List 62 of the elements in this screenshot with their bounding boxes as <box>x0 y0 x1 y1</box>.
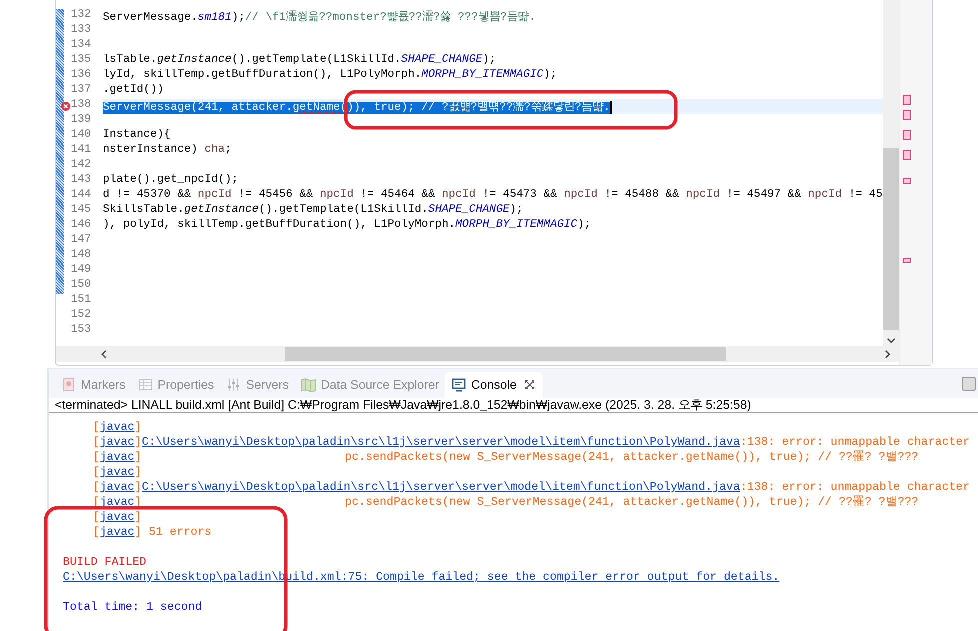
line-number: 132 <box>71 9 92 23</box>
text-cursor <box>610 100 612 114</box>
javac-tag-link[interactable]: [javac] <box>93 451 142 464</box>
javac-tag-link[interactable]: [javac] <box>93 526 142 539</box>
console-text: 51 errors <box>149 525 212 540</box>
line-number: 147 <box>71 234 92 248</box>
line-number: 137 <box>71 84 92 98</box>
console-text: :138: error: unmappable character <box>740 480 970 495</box>
markers-icon <box>61 377 77 393</box>
line-number: 138 <box>71 99 92 113</box>
code-line: plate().get_npcId(); <box>103 174 239 186</box>
code-line: lsTable.getInstance().getTemplate(L1SkillId.SHAPE_CHANGE); <box>103 54 496 66</box>
line-number: 144 <box>71 189 92 203</box>
line-number: 145 <box>71 204 92 218</box>
code-line: Instance){ <box>103 129 171 141</box>
code-line: nsterInstance) cha; <box>103 144 232 156</box>
console-text: :138: error: unmappable character <box>740 435 970 450</box>
horizontal-scrollbar[interactable] <box>56 346 899 362</box>
chevron-left-icon[interactable] <box>101 350 107 358</box>
console-text: Total time: 1 second <box>63 600 202 615</box>
code-line: SkillsTable.getInstance().getTemplate(L1SkillId.SHAPE_CHANGE); <box>103 204 524 216</box>
javac-tag-link[interactable]: [javac] <box>93 436 142 449</box>
line-number: 140 <box>71 129 92 143</box>
vertical-scrollbar[interactable] <box>883 0 899 346</box>
line-number: 150 <box>71 279 92 293</box>
line-number: 139 <box>71 114 92 128</box>
chevron-right-icon[interactable] <box>885 350 891 358</box>
code-line: lyId, skillTemp.getBuffDuration(), L1PolyMorph.MORPH_BY_ITEMMAGIC); <box>103 69 558 81</box>
line-number: 149 <box>71 264 92 278</box>
line-number: 134 <box>71 39 92 53</box>
code-line: ServerMessage.sm181);// \f1濡쒕읇??monster?뺥룞??濡?쓣 ???뉗뿀?듬땲. <box>103 12 536 24</box>
code-line: .getId()) <box>103 84 164 96</box>
map-icon <box>300 377 317 393</box>
console-text: pc.sendPackets(new S_ServerMessage(241, attacker.getName()), true); // ??罹? ?밸??? <box>344 495 919 510</box>
line-number: 143 <box>71 174 92 188</box>
console-text: pc.sendPackets(new S_ServerMessage(241, attacker.getName()), true); // ??罹? ?밸??? <box>344 450 919 465</box>
chevron-down-icon[interactable] <box>886 338 896 344</box>
line-number: 148 <box>71 249 92 263</box>
error-icon[interactable] <box>61 101 71 112</box>
code-line: ), polyId, skillTemp.getBuffDuration(), L1PolyMorph.MORPH_BY_ITEMMAGIC); <box>103 219 592 231</box>
javac-tag-link[interactable]: [javac] <box>93 481 142 494</box>
sliders-icon <box>226 377 242 393</box>
code-line: d != 45370 && npcId != 45456 && npcId != 45464 && npcId != 45473 && npcId != 45488 && npcId != 45497 && npcId != 45 <box>103 189 883 201</box>
file-link[interactable]: C:\Users\wanyi\Desktop\paladin\src\l1j\server\server\model\item\function\PolyWand.java <box>142 435 740 450</box>
panel-tab[interactable]: Console <box>445 372 543 398</box>
line-number: 152 <box>71 309 92 323</box>
line-number: 142 <box>71 159 92 173</box>
table-icon <box>138 377 154 393</box>
console-text: BUILD FAILED <box>63 555 146 570</box>
line-number: 133 <box>71 24 92 38</box>
line-number: 141 <box>71 144 92 158</box>
line-number: 151 <box>71 294 92 308</box>
javac-tag-link[interactable]: [javac] <box>93 421 142 434</box>
line-number: 153 <box>71 324 92 338</box>
line-number: 146 <box>71 219 92 233</box>
file-link[interactable]: C:\Users\wanyi\Desktop\paladin\src\l1j\server\server\model\item\function\PolyWand.java <box>142 480 740 495</box>
console-header: <terminated> LINALL build.xml [Ant Build] C:₩Program Files₩Java₩jre1.8.0_152₩bin₩javaw.exe (2025. 3. 28. 오후 5:25:58) <box>49 398 978 413</box>
line-number: 135 <box>71 54 92 68</box>
javac-tag-link[interactable]: [javac] <box>93 511 142 524</box>
monitor-icon <box>451 377 468 393</box>
line-number: 136 <box>71 69 92 83</box>
javac-tag-link[interactable]: [javac] <box>93 466 142 479</box>
